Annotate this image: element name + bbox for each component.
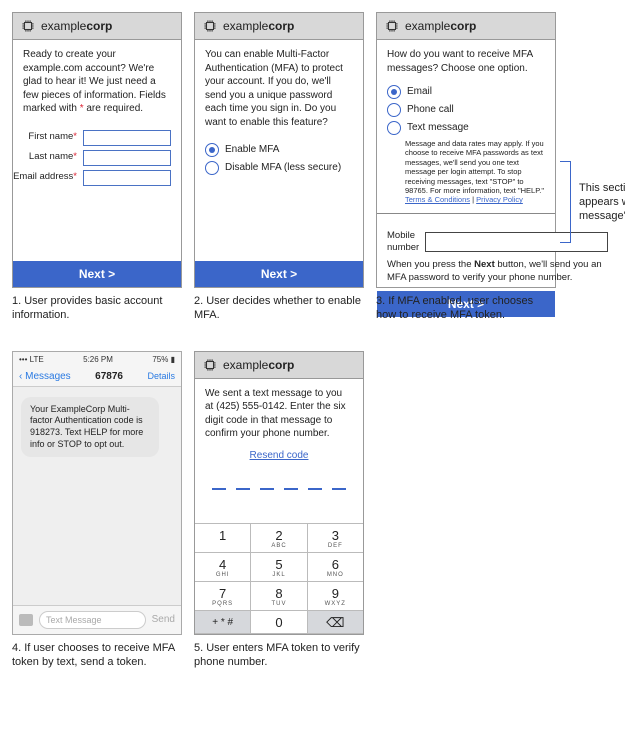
card-header: examplecorp [13, 13, 181, 40]
opt-text-label: Text message [407, 121, 469, 135]
first-name-label: First name* [28, 131, 77, 144]
code-slots[interactable] [205, 474, 353, 490]
key-8[interactable]: 8TUV [251, 582, 307, 611]
keypad: 1 2ABC 3DEF 4GHI 5JKL 6MNO 7PQRS 8TUV 9W… [195, 523, 363, 634]
step3-caption: 3. If MFA enabled, user chooses how to r… [376, 294, 556, 323]
email-label: Email address* [13, 171, 77, 184]
bracket-icon [560, 161, 571, 243]
next-button[interactable]: Next > [13, 261, 181, 287]
key-1[interactable]: 1 [195, 524, 251, 553]
card-header: examplecorp [195, 13, 363, 40]
chip-icon [21, 19, 35, 33]
step2-card: examplecorp You can enable Multi-Factor … [194, 12, 364, 288]
annotation: This section only appears when 'Text mes… [579, 181, 625, 224]
radio-selected-icon [205, 143, 219, 157]
chip-icon [385, 19, 399, 33]
mfa-text-option[interactable]: Text message [387, 121, 545, 135]
step2-caption: 2. User decides whether to enable MFA. [194, 294, 364, 323]
first-name-input[interactable] [83, 130, 171, 146]
key-7[interactable]: 7PQRS [195, 582, 251, 611]
step5-card: examplecorp We sent a text message to yo… [194, 351, 364, 635]
key-2[interactable]: 2ABC [251, 524, 307, 553]
key-0[interactable]: 0 [251, 611, 307, 634]
message-input[interactable]: Text Message [39, 611, 146, 629]
step1-caption: 1. User provides basic account informati… [12, 294, 182, 323]
chip-icon [203, 19, 217, 33]
sms-bubble: Your ExampleCorp Multi-factor Authentica… [21, 397, 159, 458]
key-9[interactable]: 9WXYZ [308, 582, 363, 611]
brand-label: examplecorp [405, 19, 476, 33]
mfa-phone-option[interactable]: Phone call [387, 103, 545, 117]
radio-icon [387, 103, 401, 117]
fineprint: Message and data rates may apply. If you… [405, 139, 545, 205]
status-bar: ••• LTE 5:26 PM 75% ▮ [13, 352, 181, 367]
last-name-input[interactable] [83, 150, 171, 166]
last-name-label: Last name* [29, 151, 77, 164]
radio-icon [387, 121, 401, 135]
key-sym[interactable]: + * # [195, 611, 251, 634]
radio-icon [205, 161, 219, 175]
step4-caption: 4. If user chooses to receive MFA token … [12, 641, 182, 670]
email-input[interactable] [83, 170, 171, 186]
thread-title: 67876 [95, 371, 123, 382]
key-backspace[interactable]: ⌫ [308, 611, 363, 634]
step5-intro: We sent a text message to you at (425) 5… [205, 387, 353, 441]
enable-mfa-option[interactable]: Enable MFA [205, 143, 353, 157]
back-button[interactable]: ‹ Messages [19, 371, 71, 382]
phone-mock: ••• LTE 5:26 PM 75% ▮ ‹ Messages 67876 D… [12, 351, 182, 635]
key-6[interactable]: 6MNO [308, 553, 363, 582]
brand-label: examplecorp [223, 358, 294, 372]
mfa-email-option[interactable]: Email [387, 85, 545, 99]
enable-mfa-label: Enable MFA [225, 143, 279, 157]
step3-intro: How do you want to receive MFA messages?… [387, 48, 545, 75]
step2-intro: You can enable Multi-Factor Authenticati… [205, 48, 353, 129]
key-5[interactable]: 5JKL [251, 553, 307, 582]
step5-caption: 5. User enters MFA token to verify phone… [194, 641, 364, 670]
chip-icon [203, 358, 217, 372]
step1-card: examplecorp Ready to create your example… [12, 12, 182, 288]
terms-link[interactable]: Terms & Conditions [405, 195, 470, 204]
opt-phone-label: Phone call [407, 103, 454, 117]
key-4[interactable]: 4GHI [195, 553, 251, 582]
send-button[interactable]: Send [152, 614, 175, 625]
resend-link[interactable]: Resend code [250, 450, 309, 461]
radio-selected-icon [387, 85, 401, 99]
brand-label: examplecorp [41, 19, 112, 33]
card-header: examplecorp [195, 352, 363, 379]
step1-intro: Ready to create your example.com account… [23, 48, 171, 116]
step3-card: examplecorp How do you want to receive M… [376, 12, 556, 288]
privacy-link[interactable]: Privacy Policy [476, 195, 523, 204]
messages-header: ‹ Messages 67876 Details [13, 367, 181, 387]
card-header: examplecorp [377, 13, 555, 40]
camera-icon[interactable] [19, 614, 33, 626]
key-3[interactable]: 3DEF [308, 524, 363, 553]
opt-email-label: Email [407, 85, 432, 99]
details-link[interactable]: Details [147, 371, 175, 381]
disable-mfa-label: Disable MFA (less secure) [225, 161, 341, 175]
disable-mfa-option[interactable]: Disable MFA (less secure) [205, 161, 353, 175]
next-button[interactable]: Next > [195, 261, 363, 287]
brand-label: examplecorp [223, 19, 294, 33]
mobile-label: Mobile number [387, 230, 419, 256]
